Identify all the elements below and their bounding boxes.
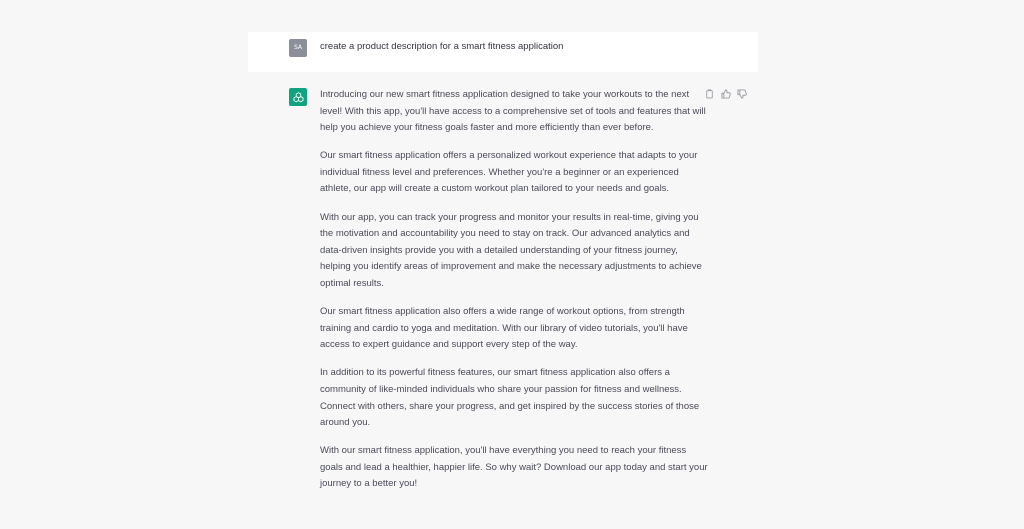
response-paragraph-3: With our app, you can track your progres… — [320, 210, 702, 293]
response-paragraph-2: Our smart fitness application offers a p… — [320, 148, 698, 198]
text-line: individual fitness level and preferences… — [320, 166, 679, 178]
response-paragraph-5: In addition to its powerful fitness feat… — [320, 365, 700, 431]
text-line: the motivation and accountability you ne… — [320, 228, 690, 240]
text-line: goals and lead a healthier, happier life… — [320, 461, 708, 473]
user-avatar: SA — [289, 39, 307, 57]
text-line: With our smart fitness application, you'… — [320, 445, 687, 457]
response-paragraph-1: Introducing our new smart fitness applic… — [320, 87, 706, 137]
text-line: training and cardio to yoga and meditati… — [320, 322, 688, 334]
text-line: In addition to its powerful fitness feat… — [320, 367, 670, 379]
thumbs-up-icon[interactable] — [720, 88, 731, 99]
user-message-text: create a product description for a smart… — [320, 41, 564, 52]
text-line: With our app, you can track your progres… — [320, 211, 699, 223]
assistant-message-row: Introducing our new smart fitness applic… — [248, 72, 758, 502]
chat-page: SA create a product description for a sm… — [0, 0, 1024, 529]
text-line: Our smart fitness application offers a p… — [320, 150, 698, 162]
text-line: helping you identify areas of improvemen… — [320, 261, 702, 273]
text-line: help you achieve your fitness goals fast… — [320, 122, 654, 134]
text-line: optimal results. — [320, 277, 384, 289]
message-actions — [704, 88, 747, 99]
text-line: journey to a better you! — [320, 478, 418, 490]
text-line: Connect with others, share your progress… — [320, 400, 700, 412]
copy-icon[interactable] — [704, 88, 715, 99]
openai-logo-icon — [289, 88, 307, 106]
text-line: around you. — [320, 417, 371, 429]
text-line: data-driven insights provide you with a … — [320, 244, 678, 256]
text-line: access to expert guidance and support ev… — [320, 339, 578, 351]
assistant-response: Introducing our new smart fitness applic… — [320, 87, 708, 504]
text-line: athlete, our app will create a custom wo… — [320, 183, 670, 195]
user-message-row: SA create a product description for a sm… — [248, 32, 758, 72]
response-paragraph-6: With our smart fitness application, you'… — [320, 443, 708, 493]
text-line: Introducing our new smart fitness applic… — [320, 89, 690, 100]
thumbs-down-icon[interactable] — [736, 88, 747, 99]
text-line: level! With this app, you'll have access… — [320, 105, 706, 117]
text-line: community of like-minded individuals who… — [320, 383, 682, 395]
text-line: Our smart fitness application also offer… — [320, 306, 685, 318]
response-paragraph-4: Our smart fitness application also offer… — [320, 304, 696, 354]
